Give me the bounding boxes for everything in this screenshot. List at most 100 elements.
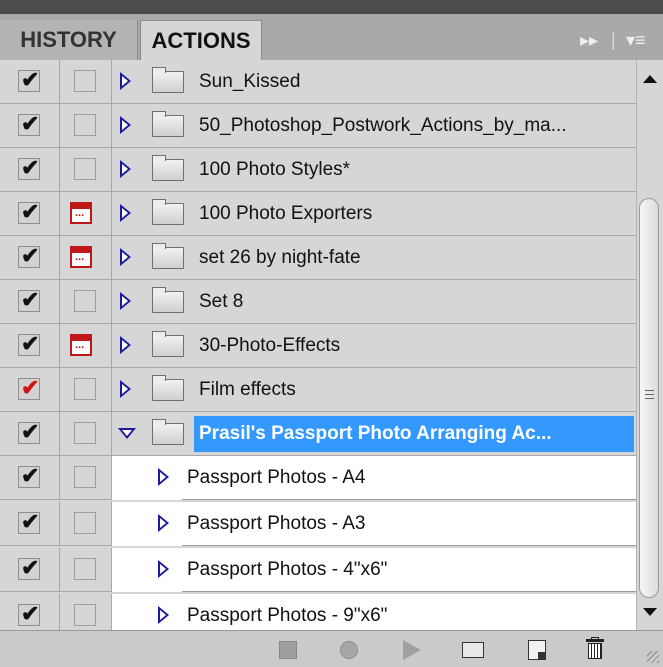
record-icon[interactable] [340, 641, 358, 659]
dialog-toggle-empty[interactable] [74, 422, 96, 444]
toggle-item-cell[interactable]: ✔ [0, 60, 60, 104]
action-set-main[interactable]: Set 8 [112, 280, 636, 324]
toggle-item-cell[interactable]: ✔ [0, 236, 60, 280]
action-set-main[interactable]: set 26 by night-fate [112, 236, 636, 280]
toggle-dialog-cell[interactable] [60, 456, 112, 500]
dialog-toggle-empty[interactable] [74, 290, 96, 312]
toggle-item-cell[interactable]: ✔ [0, 456, 60, 500]
resize-grip-icon[interactable] [647, 651, 659, 663]
toggle-item-cell[interactable]: ✔ [0, 104, 60, 148]
collapse-triangle-icon[interactable] [158, 468, 169, 486]
action-set-main[interactable]: Sun_Kissed [112, 60, 636, 104]
collapse-triangle-icon[interactable] [120, 204, 131, 222]
action-set-main[interactable]: 100 Photo Exporters [112, 192, 636, 236]
dialog-toggle-empty[interactable] [74, 114, 96, 136]
action-set-row[interactable]: ✔ 100 Photo Styles* [0, 148, 636, 192]
action-set-row[interactable]: ✔ Set 8 [0, 280, 636, 324]
action-set-row[interactable]: ✔ 50_Photoshop_Postwork_Actions_by_ma... [0, 104, 636, 148]
dialog-toggle-empty[interactable] [74, 158, 96, 180]
action-set-row[interactable]: ✔ 100 Photo Exporters [0, 192, 636, 236]
toggle-dialog-cell[interactable] [60, 148, 112, 192]
action-row[interactable]: ✔ Passport Photos - A4 [0, 456, 636, 500]
toggle-item-cell[interactable]: ✔ [0, 368, 60, 412]
action-set-main[interactable]: Prasil's Passport Photo Arranging Ac... [112, 412, 636, 456]
collapse-triangle-icon[interactable] [120, 160, 131, 178]
action-set-row[interactable]: ✔ 30-Photo-Effects [0, 324, 636, 368]
toggle-dialog-cell[interactable] [60, 324, 112, 368]
dialog-toggle-empty[interactable] [74, 512, 96, 534]
action-main[interactable]: Passport Photos - 4"x6" [112, 548, 636, 592]
action-set-row[interactable]: ✔ Prasil's Passport Photo Arranging Ac... [0, 412, 636, 456]
collapse-triangle-icon[interactable] [120, 72, 131, 90]
action-set-main[interactable]: Film effects [112, 368, 636, 412]
toggle-checkbox[interactable]: ✔ [18, 465, 40, 488]
dialog-toggle-icon[interactable] [70, 246, 92, 268]
toggle-checkbox[interactable]: ✔ [18, 511, 40, 534]
toggle-checkbox[interactable]: ✔ [18, 157, 40, 180]
toggle-item-cell[interactable]: ✔ [0, 148, 60, 192]
collapse-triangle-icon[interactable] [120, 292, 131, 310]
toggle-item-cell[interactable]: ✔ [0, 502, 60, 546]
dialog-toggle-empty[interactable] [74, 378, 96, 400]
dialog-toggle-empty[interactable] [74, 70, 96, 92]
collapse-panel-icon[interactable]: ▸▸ [580, 28, 598, 52]
action-set-main[interactable]: 100 Photo Styles* [112, 148, 636, 192]
toggle-checkbox[interactable]: ✔ [18, 421, 40, 444]
toggle-checkbox[interactable]: ✔ [18, 245, 40, 268]
new-action-icon[interactable] [528, 640, 546, 660]
toggle-item-cell[interactable]: ✔ [0, 548, 60, 592]
toggle-dialog-cell[interactable] [60, 60, 112, 104]
toggle-dialog-cell[interactable] [60, 280, 112, 324]
toggle-item-cell[interactable]: ✔ [0, 280, 60, 324]
collapse-triangle-icon[interactable] [120, 336, 131, 354]
action-main[interactable]: Passport Photos - A3 [112, 502, 636, 546]
toggle-checkbox[interactable]: ✔ [18, 333, 40, 356]
action-row[interactable]: ✔ Passport Photos - A3 [0, 502, 636, 546]
trash-icon[interactable] [586, 637, 604, 659]
scroll-down-icon[interactable] [643, 608, 657, 616]
scroll-up-icon[interactable] [643, 75, 657, 83]
toggle-checkbox[interactable]: ✔ [18, 289, 40, 312]
toggle-checkbox[interactable]: ✔ [18, 113, 40, 136]
vertical-scrollbar[interactable] [636, 60, 663, 630]
toggle-item-cell[interactable]: ✔ [0, 412, 60, 456]
toggle-checkbox[interactable]: ✔ [18, 603, 40, 626]
scroll-thumb[interactable] [639, 198, 659, 598]
toggle-checkbox[interactable]: ✔ [18, 377, 40, 400]
toggle-dialog-cell[interactable] [60, 368, 112, 412]
toggle-dialog-cell[interactable] [60, 502, 112, 546]
tab-history[interactable]: HISTORY [0, 20, 138, 60]
dialog-toggle-icon[interactable] [70, 202, 92, 224]
action-set-main[interactable]: 50_Photoshop_Postwork_Actions_by_ma... [112, 104, 636, 148]
toggle-dialog-cell[interactable] [60, 104, 112, 148]
play-icon[interactable] [403, 640, 421, 660]
collapse-triangle-icon[interactable] [158, 560, 169, 578]
action-main[interactable]: Passport Photos - A4 [112, 456, 636, 500]
dialog-toggle-empty[interactable] [74, 466, 96, 488]
expand-triangle-icon[interactable] [118, 428, 136, 439]
action-set-main[interactable]: 30-Photo-Effects [112, 324, 636, 368]
toggle-dialog-cell[interactable] [60, 412, 112, 456]
toggle-item-cell[interactable]: ✔ [0, 324, 60, 368]
action-row[interactable]: ✔ Passport Photos - 4"x6" [0, 548, 636, 592]
action-set-row[interactable]: ✔ Sun_Kissed [0, 60, 636, 104]
toggle-checkbox[interactable]: ✔ [18, 69, 40, 92]
toggle-dialog-cell[interactable] [60, 192, 112, 236]
toggle-dialog-cell[interactable] [60, 236, 112, 280]
tab-actions[interactable]: ACTIONS [140, 20, 262, 61]
dialog-toggle-empty[interactable] [74, 604, 96, 626]
collapse-triangle-icon[interactable] [120, 116, 131, 134]
dialog-toggle-icon[interactable] [70, 334, 92, 356]
stop-icon[interactable] [279, 641, 297, 659]
toggle-dialog-cell[interactable] [60, 548, 112, 592]
new-set-folder-icon[interactable] [462, 642, 484, 658]
toggle-item-cell[interactable]: ✔ [0, 192, 60, 236]
toggle-checkbox[interactable]: ✔ [18, 557, 40, 580]
action-set-row[interactable]: ✔ Film effects [0, 368, 636, 412]
collapse-triangle-icon[interactable] [120, 380, 131, 398]
collapse-triangle-icon[interactable] [158, 606, 169, 624]
toggle-checkbox[interactable]: ✔ [18, 201, 40, 224]
panel-menu-icon[interactable]: ▾≡ [626, 28, 646, 52]
action-set-row[interactable]: ✔ set 26 by night-fate [0, 236, 636, 280]
collapse-triangle-icon[interactable] [120, 248, 131, 266]
